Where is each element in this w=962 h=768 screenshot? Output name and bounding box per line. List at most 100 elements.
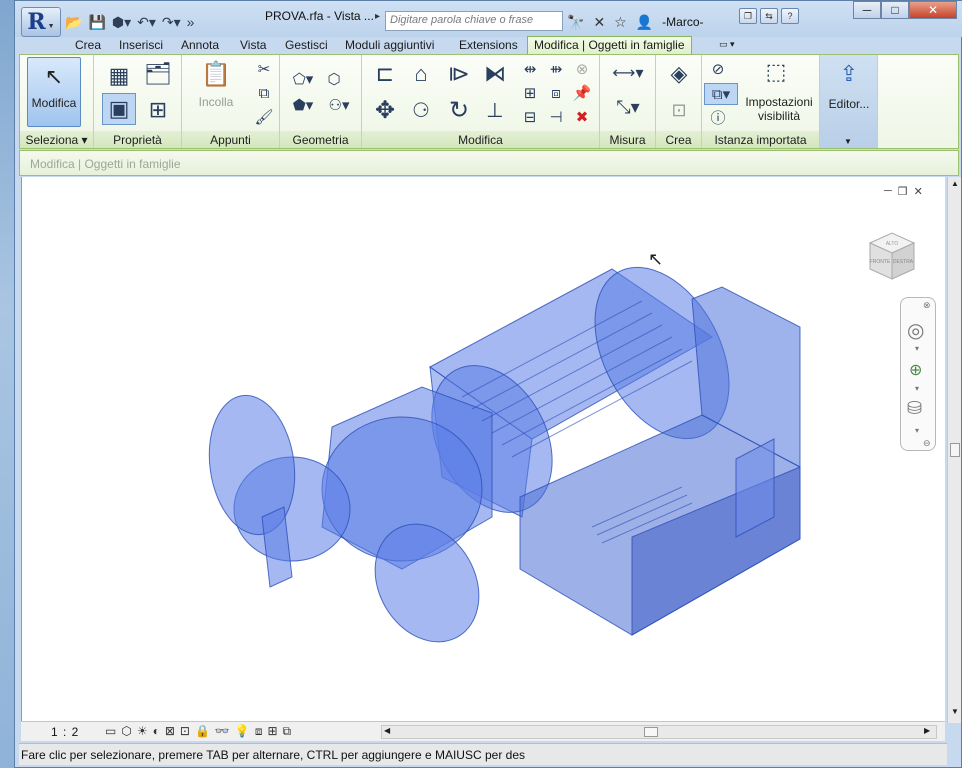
undo-icon[interactable]: ↶▾ xyxy=(137,14,156,31)
delete-icon[interactable]: ✖ xyxy=(572,107,592,127)
help-icon[interactable]: ? xyxy=(781,8,799,24)
split-face-icon[interactable]: ⚇▾ xyxy=(324,95,354,115)
application-menu-button[interactable]: R ▼ xyxy=(21,7,61,37)
detail-level-icon[interactable]: ▭ xyxy=(105,724,116,740)
paste-icon[interactable]: 📋 xyxy=(200,59,232,89)
user-name[interactable]: -Marco- xyxy=(662,15,703,29)
drawing-area[interactable]: ─ ❐ ✕ ALTO FRONTE DESTRA ⊗ ◎ ▾ ⊕ ▾ ⛁ ▾ ⊖ xyxy=(21,177,945,721)
tab-modifica-oggetti[interactable]: Modifica | Oggetti in famiglie xyxy=(527,36,692,54)
match-type-icon[interactable]: 🖌 xyxy=(254,107,274,127)
minimize-ribbon-icon[interactable]: ▭ ▾ xyxy=(719,39,749,51)
panel-proprieta: ▦ 🗂 ▣ ⊞ Proprietà xyxy=(94,55,182,148)
impostazioni-visibilita-button[interactable]: Impostazioni visibilità xyxy=(740,95,818,123)
scroll-down-icon[interactable]: ▼ xyxy=(951,707,959,716)
sun-path-icon[interactable]: ☀ xyxy=(137,724,148,740)
tab-annota[interactable]: Annota xyxy=(181,36,219,54)
communication-icon[interactable]: ✕ xyxy=(593,14,605,31)
pin-icon[interactable]: 📌 xyxy=(572,83,592,103)
exchange-icon[interactable]: ⇆ xyxy=(760,8,778,24)
maximize-button[interactable]: □ xyxy=(881,1,909,19)
editor-button[interactable]: Editor... xyxy=(822,97,876,111)
restore-view-icon[interactable]: ❐ xyxy=(739,8,757,24)
scroll-left-icon[interactable]: ◀ xyxy=(384,726,390,735)
search-input[interactable]: Digitare parola chiave o frase xyxy=(385,11,563,31)
shadows-icon[interactable]: ◐ xyxy=(153,724,160,740)
copy-element-icon[interactable]: ⚆ xyxy=(406,95,436,125)
unpin-icon[interactable]: ⊗ xyxy=(572,59,592,79)
crop-view-icon[interactable]: ⊠ xyxy=(165,724,175,740)
dimension-icon[interactable]: ⤡▾ xyxy=(606,97,650,117)
tab-gestisci[interactable]: Gestisci xyxy=(285,36,328,54)
trim-single-icon[interactable]: ⊣ xyxy=(546,107,566,127)
visual-style-icon[interactable]: ⬡ xyxy=(121,724,131,740)
rotate-icon[interactable]: ↻ xyxy=(444,95,474,125)
tab-extensions[interactable]: Extensions xyxy=(459,36,518,54)
constraints-icon[interactable]: ⧉ xyxy=(283,724,292,740)
explode-icon[interactable]: ⧉▾ xyxy=(704,83,738,105)
open-icon[interactable]: 📂 xyxy=(65,14,82,31)
panel-label-seleziona[interactable]: Seleziona ▾ xyxy=(20,131,93,148)
vertical-scrollbar[interactable]: ▲ ▼ xyxy=(947,177,961,723)
measure-icon[interactable]: ⟷▾ xyxy=(606,63,650,83)
cope-icon[interactable]: ⬠▾ xyxy=(288,69,318,89)
cut-icon[interactable]: ✂ xyxy=(254,59,274,79)
delete-layers-icon[interactable]: ⊘ xyxy=(708,59,728,79)
split-element-icon[interactable]: ⇹ xyxy=(520,59,540,79)
query-icon[interactable]: ⓘ xyxy=(708,107,728,127)
highlight-displacement-icon[interactable]: ⊞ xyxy=(267,724,277,740)
load-into-project-icon[interactable]: ⇪ xyxy=(834,59,864,89)
move-icon[interactable]: ✥ xyxy=(370,95,400,125)
panel-istanza-importata: ⊘ ⧉▾ ⓘ ⬚ Impostazioni visibilità Istanza … xyxy=(702,55,820,148)
scale-icon[interactable]: ⧈ xyxy=(546,83,566,103)
binoculars-icon[interactable]: 🔭 xyxy=(567,14,584,31)
horizontal-scrollbar[interactable]: ◀ ▶ xyxy=(381,725,937,739)
family-category-icon[interactable]: 🗂 xyxy=(142,59,174,89)
tab-inserisci[interactable]: Inserisci xyxy=(119,36,163,54)
chevron-down-icon[interactable]: ▼ xyxy=(844,137,852,146)
scroll-right-icon[interactable]: ▶ xyxy=(924,726,930,735)
model-3d-view[interactable] xyxy=(22,177,946,721)
user-icon[interactable]: 👤 xyxy=(636,14,653,31)
visibility-settings-icon[interactable]: ⬚ xyxy=(760,57,792,87)
scroll-up-icon[interactable]: ▲ xyxy=(951,179,959,188)
split-gap-icon[interactable]: ⇻ xyxy=(546,59,566,79)
create-group-icon[interactable]: ⊡ xyxy=(664,95,694,125)
trim-extend-icon[interactable]: ⊥ xyxy=(480,95,510,125)
show-crop-icon[interactable]: ⊡ xyxy=(180,724,190,740)
align-icon[interactable]: ⊏ xyxy=(370,59,400,89)
create-similar-icon[interactable]: ◈ xyxy=(664,59,694,89)
infocenter-toolbar: 🔭 ✕ ☆ 👤 -Marco- xyxy=(567,11,757,33)
mirror-axis-icon[interactable]: ⧐ xyxy=(444,59,474,89)
incolla-button[interactable]: Incolla xyxy=(190,95,242,109)
mirror-draw-icon[interactable]: ⧑ xyxy=(480,59,510,89)
tab-crea[interactable]: Crea xyxy=(75,36,101,54)
title-bar: R ▼ 📂 💾 ⬢▾ ↶▾ ↷▾ » PROVA.rfa - Vista ... … xyxy=(15,1,962,37)
minimize-button[interactable]: ─ xyxy=(853,1,881,19)
close-button[interactable]: ✕ xyxy=(909,1,957,19)
vertical-scroll-thumb[interactable] xyxy=(950,443,960,457)
tab-vista[interactable]: Vista xyxy=(240,36,266,54)
reveal-hidden-icon[interactable]: 💡 xyxy=(235,724,250,740)
temporary-hide-icon[interactable]: 👓 xyxy=(215,724,230,740)
properties-icon[interactable]: ▣ xyxy=(102,93,136,125)
save-icon[interactable]: 💾 xyxy=(88,14,105,31)
view-scale[interactable]: 1 : 2 xyxy=(51,725,79,739)
cut-geometry-icon[interactable]: ⬡ xyxy=(324,69,344,89)
redo-icon[interactable]: ↷▾ xyxy=(162,14,181,31)
modifica-button[interactable]: ↖ Modifica xyxy=(27,57,81,127)
more-tools-icon[interactable]: » xyxy=(187,14,195,30)
type-properties-icon[interactable]: ⊞ xyxy=(142,95,174,125)
join-icon[interactable]: ⬟▾ xyxy=(288,95,318,115)
horizontal-scroll-thumb[interactable] xyxy=(644,727,658,737)
lock-view-icon[interactable]: 🔒 xyxy=(195,724,210,740)
array-icon[interactable]: ⊞ xyxy=(520,83,540,103)
favorites-star-icon[interactable]: ☆ xyxy=(614,14,627,31)
analytical-model-icon[interactable]: ⧈ xyxy=(255,724,263,740)
copy-icon[interactable]: ⧉ xyxy=(254,83,274,103)
sync-icon[interactable]: ⬢▾ xyxy=(112,14,131,31)
trim-multiple-icon[interactable]: ⊟ xyxy=(520,107,540,127)
tab-moduli-aggiuntivi[interactable]: Moduli aggiuntivi xyxy=(345,36,434,54)
family-types-icon[interactable]: ▦ xyxy=(104,61,134,91)
search-expand-icon[interactable]: ▸ xyxy=(375,11,385,31)
offset-icon[interactable]: ⌂ xyxy=(406,59,436,89)
